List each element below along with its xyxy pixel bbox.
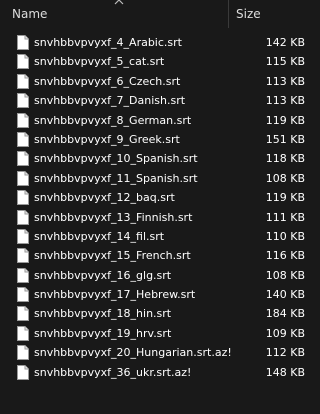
file-size: 116 KB bbox=[265, 249, 305, 263]
file-row[interactable]: snvhbbvpvyxf_10_Spanish.srt 118 KB bbox=[0, 149, 308, 168]
file-size: 148 KB bbox=[265, 365, 305, 379]
chevron-up-icon[interactable] bbox=[113, 0, 125, 6]
file-row[interactable]: snvhbbvpvyxf_12_baq.srt 119 KB bbox=[0, 188, 308, 207]
file-name: snvhbbvpvyxf_5_cat.srt bbox=[34, 55, 165, 69]
document-icon bbox=[17, 93, 29, 109]
file-size: 110 KB bbox=[265, 229, 305, 243]
file-size: 113 KB bbox=[265, 74, 305, 88]
file-size: 140 KB bbox=[265, 288, 305, 302]
document-icon bbox=[17, 170, 29, 186]
file-size: 119 KB bbox=[265, 191, 305, 205]
file-size: 108 KB bbox=[265, 171, 305, 185]
document-icon bbox=[17, 112, 29, 128]
file-name: snvhbbvpvyxf_36_ukr.srt.az! bbox=[34, 365, 192, 379]
document-icon bbox=[17, 267, 29, 283]
document-icon bbox=[17, 209, 29, 225]
file-name: snvhbbvpvyxf_4_Arabic.srt bbox=[34, 36, 182, 49]
file-size: 113 KB bbox=[265, 94, 305, 108]
file-row[interactable]: snvhbbvpvyxf_18_hin.srt 184 KB bbox=[0, 304, 308, 323]
file-name: snvhbbvpvyxf_16_glg.srt bbox=[34, 268, 172, 282]
document-icon bbox=[17, 228, 29, 244]
file-row[interactable]: snvhbbvpvyxf_15_French.srt 116 KB bbox=[0, 246, 308, 265]
column-header-size[interactable]: Size bbox=[236, 7, 261, 21]
file-row[interactable]: snvhbbvpvyxf_9_Greek.srt 151 KB bbox=[0, 130, 308, 149]
file-size: 111 KB bbox=[265, 210, 305, 224]
file-row[interactable]: snvhbbvpvyxf_13_Finnish.srt 111 KB bbox=[0, 208, 308, 227]
document-icon bbox=[17, 287, 29, 303]
file-name: snvhbbvpvyxf_12_baq.srt bbox=[34, 191, 175, 205]
file-name: snvhbbvpvyxf_13_Finnish.srt bbox=[34, 210, 193, 224]
file-size: 142 KB bbox=[265, 36, 305, 49]
file-name: snvhbbvpvyxf_18_hin.srt bbox=[34, 307, 172, 321]
file-name: snvhbbvpvyxf_17_Hebrew.srt bbox=[34, 288, 196, 302]
file-size: 184 KB bbox=[265, 307, 305, 321]
file-size: 112 KB bbox=[265, 346, 305, 360]
column-header-name[interactable]: Name bbox=[12, 7, 47, 21]
file-name: snvhbbvpvyxf_19_hrv.srt bbox=[34, 326, 172, 340]
file-name: snvhbbvpvyxf_15_French.srt bbox=[34, 249, 191, 263]
file-row[interactable]: snvhbbvpvyxf_4_Arabic.srt 142 KB bbox=[0, 33, 308, 52]
file-size: 115 KB bbox=[265, 55, 305, 69]
document-icon bbox=[17, 35, 29, 50]
file-row[interactable]: snvhbbvpvyxf_11_Spanish.srt 108 KB bbox=[0, 169, 308, 188]
column-divider[interactable] bbox=[228, 0, 229, 28]
file-name: snvhbbvpvyxf_20_Hungarian.srt.az! bbox=[34, 346, 232, 360]
file-size: 109 KB bbox=[265, 326, 305, 340]
file-row[interactable]: snvhbbvpvyxf_36_ukr.srt.az! 148 KB bbox=[0, 363, 308, 382]
file-row[interactable]: snvhbbvpvyxf_6_Czech.srt 113 KB bbox=[0, 72, 308, 91]
file-name: snvhbbvpvyxf_9_Greek.srt bbox=[34, 132, 180, 146]
document-icon bbox=[17, 151, 29, 167]
file-row[interactable]: snvhbbvpvyxf_7_Danish.srt 113 KB bbox=[0, 91, 308, 110]
file-row[interactable]: snvhbbvpvyxf_20_Hungarian.srt.az! 112 KB bbox=[0, 343, 308, 362]
document-icon bbox=[17, 345, 29, 361]
file-row[interactable]: snvhbbvpvyxf_16_glg.srt 108 KB bbox=[0, 266, 308, 285]
document-icon bbox=[17, 306, 29, 322]
file-name: snvhbbvpvyxf_7_Danish.srt bbox=[34, 94, 186, 108]
file-row[interactable]: snvhbbvpvyxf_14_fil.srt 110 KB bbox=[0, 227, 308, 246]
document-icon bbox=[17, 325, 29, 341]
file-row[interactable]: snvhbbvpvyxf_17_Hebrew.srt 140 KB bbox=[0, 285, 308, 304]
document-icon bbox=[17, 131, 29, 147]
file-list: snvhbbvpvyxf_4_Arabic.srt 142 KB snvhbbv… bbox=[0, 33, 308, 382]
file-size: 151 KB bbox=[265, 132, 305, 146]
document-icon bbox=[17, 248, 29, 264]
file-name: snvhbbvpvyxf_14_fil.srt bbox=[34, 229, 165, 243]
document-icon bbox=[17, 54, 29, 70]
column-header-bar: Name Size bbox=[0, 0, 308, 28]
document-icon bbox=[17, 73, 29, 89]
document-icon bbox=[17, 364, 29, 380]
file-name: snvhbbvpvyxf_10_Spanish.srt bbox=[34, 152, 198, 166]
document-icon bbox=[17, 190, 29, 206]
file-name: snvhbbvpvyxf_8_German.srt bbox=[34, 113, 192, 127]
file-name: snvhbbvpvyxf_11_Spanish.srt bbox=[34, 171, 198, 185]
file-row[interactable]: snvhbbvpvyxf_5_cat.srt 115 KB bbox=[0, 52, 308, 71]
file-size: 118 KB bbox=[265, 152, 305, 166]
file-row[interactable]: snvhbbvpvyxf_8_German.srt 119 KB bbox=[0, 111, 308, 130]
file-row[interactable]: snvhbbvpvyxf_19_hrv.srt 109 KB bbox=[0, 324, 308, 343]
file-size: 108 KB bbox=[265, 268, 305, 282]
file-size: 119 KB bbox=[265, 113, 305, 127]
file-name: snvhbbvpvyxf_6_Czech.srt bbox=[34, 74, 181, 88]
